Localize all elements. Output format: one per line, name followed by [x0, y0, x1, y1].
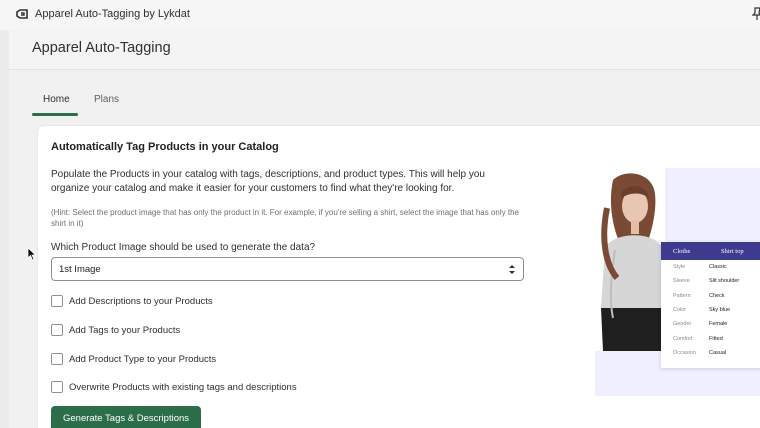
app-title: Apparel Auto-Tagging by Lykdat	[35, 8, 190, 20]
attribute-key: Gender	[673, 321, 692, 328]
select-arrows-icon	[509, 265, 515, 274]
card-hint: (Hint: Select the product image that has…	[51, 208, 519, 228]
image-select-value: 1st Image	[59, 264, 101, 275]
header-value: Shirt top	[721, 247, 744, 255]
option-overwrite-products[interactable]: Overwrite Products with existing tags an…	[51, 380, 297, 394]
attribute-row: Comfort Fitted	[661, 331, 760, 345]
page-title: Apparel Auto-Tagging	[32, 40, 171, 56]
checkbox-label: Add Product Type to your Products	[69, 353, 217, 365]
tab-bar: Home Plans	[9, 71, 760, 121]
option-add-tags[interactable]: Add Tags to your Products	[51, 323, 180, 337]
generate-button[interactable]: Generate Tags & Descriptions	[51, 406, 201, 428]
app-topbar: Apparel Auto-Tagging by Lykdat	[0, 0, 760, 30]
card-title: Automatically Tag Products in your Catal…	[51, 141, 279, 153]
attribute-row: Style Classic	[661, 260, 760, 274]
attributes-panel: Clothe Shirt top Style Classic Sleeve Slit…	[661, 242, 760, 368]
attribute-value: Fitted	[709, 335, 723, 342]
checkbox[interactable]	[51, 353, 63, 365]
attributes-header: Clothe Shirt top	[661, 242, 760, 260]
checkbox-label: Overwrite Products with existing tags an…	[69, 381, 297, 393]
attribute-row: Pattern Check	[661, 289, 760, 303]
image-select-label: Which Product Image should be used to ge…	[51, 242, 316, 253]
checkbox-label: Add Tags to your Products	[69, 324, 181, 336]
pin-icon[interactable]	[752, 7, 760, 21]
attribute-key: Color	[673, 307, 687, 314]
attribute-key: Occasion	[673, 349, 696, 356]
header-key: Clothe	[673, 247, 691, 255]
preview-illustration: Clothe Shirt top Style Classic Sleeve Slit…	[595, 168, 760, 396]
attribute-key: Sleeve	[673, 278, 690, 285]
attribute-key: Pattern	[673, 292, 691, 299]
attribute-value: Classic	[709, 264, 727, 271]
mouse-cursor-icon	[27, 247, 37, 261]
attribute-row: Sleeve Slit shoulder	[661, 274, 760, 288]
tab-home[interactable]: Home	[43, 94, 70, 105]
attribute-row: Occasion Casual	[661, 346, 760, 360]
checkbox[interactable]	[51, 381, 63, 393]
attribute-row: Gender Female	[661, 317, 760, 331]
attribute-value: Casual	[709, 349, 727, 356]
attribute-value: Slit shoulder	[709, 278, 740, 285]
left-rail	[0, 30, 9, 428]
active-tab-indicator	[32, 113, 78, 116]
checkbox[interactable]	[51, 324, 63, 336]
image-select[interactable]: 1st Image	[51, 257, 524, 281]
attribute-key: Style	[673, 264, 686, 271]
attribute-value: Check	[709, 292, 725, 299]
attribute-key: Comfort	[673, 335, 693, 342]
attribute-value: Sky blue	[709, 307, 731, 314]
attribute-value: Female	[709, 321, 728, 328]
option-add-descriptions[interactable]: Add Descriptions to your Products	[51, 294, 213, 308]
page-header: Apparel Auto-Tagging	[9, 30, 760, 70]
checkbox-label: Add Descriptions to your Products	[69, 295, 213, 307]
attribute-row: Color Sky blue	[661, 303, 760, 317]
option-add-product-type[interactable]: Add Product Type to your Products	[51, 352, 216, 366]
model-photo	[595, 168, 665, 351]
card-description: Populate the Products in your catalog wi…	[51, 169, 485, 194]
auto-tag-card: Automatically Tag Products in your Catal…	[38, 126, 760, 428]
app-logo-icon	[16, 9, 28, 19]
checkbox[interactable]	[51, 295, 63, 307]
tab-plans[interactable]: Plans	[94, 94, 119, 105]
